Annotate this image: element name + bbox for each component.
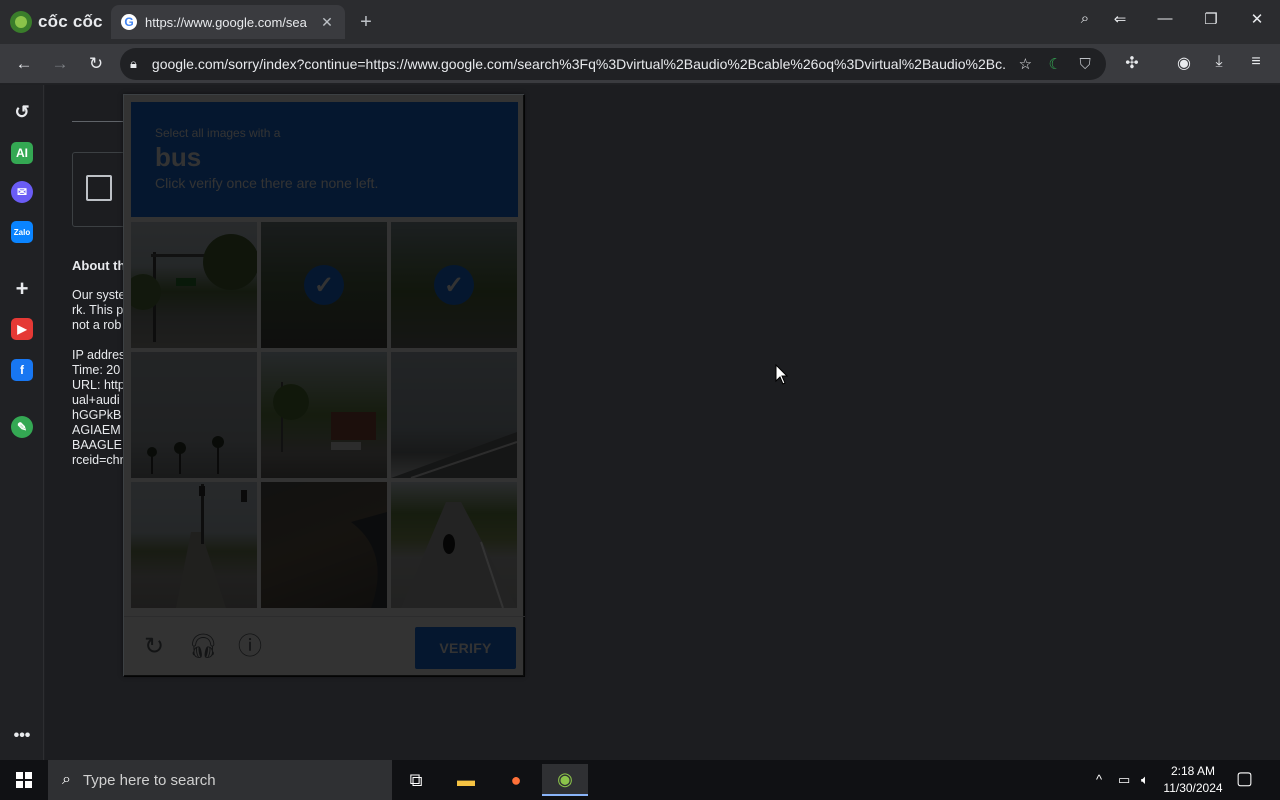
windows-logo-icon: [16, 772, 32, 788]
menu-icon[interactable]: ≡: [1245, 53, 1267, 71]
back-button[interactable]: ←: [13, 53, 35, 75]
tab-close-icon[interactable]: ✕: [319, 14, 335, 31]
bookmark-star-icon[interactable]: ☆: [1014, 55, 1036, 73]
browser-window: cốc cốc G https://www.google.com/sea ✕ +…: [0, 0, 1280, 760]
tab-title: https://www.google.com/sea: [145, 14, 307, 30]
system-clock[interactable]: 2:18 AM 11/30/2024: [1160, 763, 1226, 797]
checkmark-icon: ✓: [434, 265, 474, 305]
brand-name: cốc cốc: [38, 12, 103, 31]
image-tile[interactable]: [391, 482, 517, 608]
title-bar: cốc cốc G https://www.google.com/sea ✕ +…: [0, 0, 1280, 44]
info-icon[interactable]: ⓘ: [236, 633, 264, 661]
palm-trees-scene: [147, 436, 224, 474]
challenge-header: Select all images with a bus Click verif…: [131, 102, 518, 217]
search-tabs-icon[interactable]: ⌕: [1073, 10, 1097, 27]
search-icon: ⌕: [62, 771, 71, 788]
messenger-icon[interactable]: ✉: [11, 181, 33, 203]
street-sign-scene: [131, 234, 257, 342]
image-tile-selected[interactable]: ✓: [261, 222, 387, 348]
lock-icon[interactable]: 🔒︎: [130, 56, 144, 72]
image-tile[interactable]: [261, 482, 387, 608]
back-arrow-icon[interactable]: ⇐: [1108, 10, 1132, 28]
clock-time: 2:18 AM: [1170, 764, 1216, 778]
image-tile[interactable]: [131, 222, 257, 348]
image-tile[interactable]: [391, 352, 517, 478]
dark-mode-moon-icon[interactable]: ☾: [1044, 55, 1066, 73]
image-tile[interactable]: [131, 352, 257, 478]
mouse-cursor-icon: [775, 364, 789, 385]
image-tile-selected[interactable]: ✓: [391, 222, 517, 348]
coccoc-taskbar-icon[interactable]: ◉: [542, 764, 588, 796]
notes-icon[interactable]: ✎: [11, 416, 33, 438]
taskbar-search[interactable]: ⌕ Type here to search: [48, 760, 392, 800]
minimize-button[interactable]: —: [1153, 10, 1177, 27]
task-view-icon[interactable]: ⧉: [393, 764, 439, 796]
forward-button[interactable]: →: [49, 53, 71, 75]
tab-google-sorry[interactable]: G https://www.google.com/sea ✕: [111, 5, 345, 39]
youtube-icon[interactable]: ▶: [11, 318, 33, 340]
intersection-scene: [176, 484, 247, 608]
reload-button[interactable]: ↻: [85, 53, 107, 75]
new-tab-button[interactable]: +: [356, 11, 376, 34]
image-grid: ✓ ✓: [131, 222, 518, 609]
challenge-footer: ↻ 🎧︎ ⓘ VERIFY: [124, 616, 525, 676]
network-icon[interactable]: ▭: [1118, 772, 1130, 788]
url-text[interactable]: google.com/sorry/index?continue=https://…: [152, 56, 1007, 72]
windows-taskbar: ⌕ Type here to search ⧉ ▬ ● ◉ ^ ▭ 🔈︎ 2:1…: [0, 760, 1280, 800]
ai-assistant-icon[interactable]: AI: [11, 142, 33, 164]
checkmark-icon: ✓: [304, 265, 344, 305]
image-tile[interactable]: [261, 352, 387, 478]
instruction-hint: Click verify once there are none left.: [155, 175, 379, 191]
browser-brand: cốc cốc: [10, 10, 103, 34]
close-window-button[interactable]: ✕: [1245, 10, 1269, 28]
clock-date: 11/30/2024: [1163, 781, 1223, 795]
extensions-puzzle-icon[interactable]: ✣: [1121, 53, 1143, 73]
sidebar: ↺ AI ✉ Zalo + ▶ f ✎ •••: [0, 85, 44, 760]
verify-button[interactable]: VERIFY: [415, 627, 516, 669]
vehicle-closeup-scene: [351, 512, 387, 608]
more-options-icon[interactable]: •••: [11, 725, 33, 747]
add-sidebar-app-icon[interactable]: +: [11, 276, 33, 301]
notification-center-icon[interactable]: ▢: [1236, 768, 1253, 789]
challenge-target: bus: [155, 142, 202, 172]
address-bar[interactable]: 🔒︎ google.com/sorry/index?continue=https…: [120, 48, 1106, 80]
profile-icon[interactable]: ◉: [1173, 53, 1195, 73]
navigation-bar: ← → ↻ 🔒︎ google.com/sorry/index?continue…: [0, 44, 1280, 84]
volume-muted-icon[interactable]: 🔈︎: [1141, 772, 1149, 788]
download-icon[interactable]: ⤓: [1208, 53, 1230, 71]
google-favicon-icon: G: [121, 14, 137, 30]
file-explorer-icon[interactable]: ▬: [443, 764, 489, 796]
audio-challenge-headphones-icon[interactable]: 🎧︎: [188, 633, 218, 661]
start-button[interactable]: [0, 760, 48, 800]
adblock-shield-icon[interactable]: ⛉: [1074, 56, 1096, 73]
coccoc-logo-icon: [10, 11, 32, 33]
instruction-text: Select all images with a: [155, 126, 281, 140]
zalo-icon[interactable]: Zalo: [11, 221, 33, 243]
image-tile[interactable]: [131, 482, 257, 608]
search-placeholder: Type here to search: [82, 771, 216, 789]
recaptcha-challenge: Select all images with a bus Click verif…: [123, 94, 525, 677]
reload-challenge-icon[interactable]: ↻: [140, 633, 168, 661]
firefox-icon[interactable]: ●: [493, 764, 539, 796]
recaptcha-checkbox[interactable]: [86, 175, 112, 201]
facebook-icon[interactable]: f: [11, 359, 33, 381]
motorcycle-road-scene: [401, 502, 517, 608]
history-icon[interactable]: ↺: [11, 101, 33, 123]
restore-button[interactable]: ❐: [1199, 10, 1223, 28]
highway-scene: [391, 432, 517, 478]
tray-chevron-icon[interactable]: ^: [1096, 772, 1102, 787]
building-street-scene: [273, 382, 376, 452]
